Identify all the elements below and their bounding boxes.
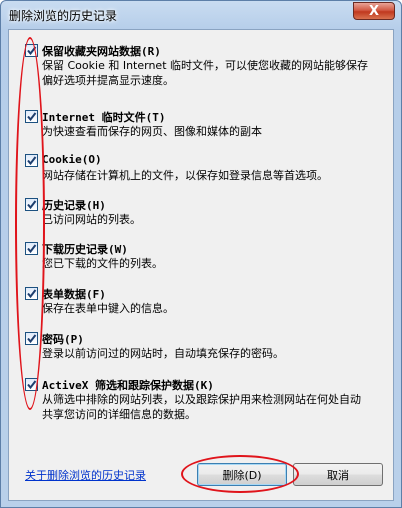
checkbox-passwords[interactable] bbox=[25, 332, 38, 345]
checkmark-icon bbox=[27, 156, 37, 166]
option-title: 保留收藏夹网站数据(R) bbox=[42, 45, 161, 58]
delete-browsing-history-dialog: 删除浏览的历史记录 X 保留收藏夹网站数据(R) 保留 Cookie 和 Int… bbox=[0, 0, 402, 508]
checkbox-form-data[interactable] bbox=[25, 287, 38, 300]
title-bar[interactable]: 删除浏览的历史记录 X bbox=[1, 1, 401, 29]
checkbox-activex-tracking[interactable] bbox=[25, 378, 38, 391]
checkmark-icon bbox=[27, 200, 37, 210]
close-icon: X bbox=[368, 3, 380, 19]
checkmark-icon bbox=[27, 46, 37, 56]
option-description: 登录以前访问过的网站时，自动填充保存的密码。 bbox=[42, 347, 284, 360]
checkbox-cookies[interactable] bbox=[25, 154, 38, 167]
option-description: 为快速查看而保存的网页、图像和媒体的副本 bbox=[42, 125, 262, 138]
checkmark-icon bbox=[27, 334, 37, 344]
checkbox-preserve-favorites[interactable] bbox=[25, 44, 38, 57]
option-title: 表单数据(F) bbox=[42, 288, 106, 301]
option-description: 保留 Cookie 和 Internet 临时文件，可以使您收藏的网站能够保存偏… bbox=[42, 59, 368, 87]
checkbox-download-history[interactable] bbox=[25, 242, 38, 255]
option-title: 历史记录(H) bbox=[42, 199, 106, 212]
cancel-button[interactable]: 取消 bbox=[293, 463, 383, 486]
option-title: ActiveX 筛选和跟踪保护数据(K) bbox=[42, 379, 214, 392]
close-button[interactable]: X bbox=[353, 2, 395, 20]
window-title: 删除浏览的历史记录 bbox=[9, 9, 118, 23]
checkbox-temp-internet-files[interactable] bbox=[25, 110, 38, 123]
about-deleting-history-link[interactable]: 关于删除浏览的历史记录 bbox=[25, 467, 146, 483]
checkmark-icon bbox=[27, 244, 37, 254]
option-title: 密码(P) bbox=[42, 333, 84, 346]
checkbox-history[interactable] bbox=[25, 198, 38, 211]
checkmark-icon bbox=[27, 112, 37, 122]
option-title: Internet 临时文件(T) bbox=[42, 111, 166, 124]
option-description: 从筛选中排除的网站列表，以及跟踪保护用来检测网站在何处自动共享您访问的详细信息的… bbox=[42, 393, 361, 421]
option-description: 保存在表单中键入的信息。 bbox=[42, 302, 174, 315]
delete-button[interactable]: 删除(D) bbox=[197, 463, 287, 486]
checkmark-icon bbox=[27, 289, 37, 299]
option-description: 您已下载的文件的列表。 bbox=[42, 257, 163, 270]
dialog-content: 保留收藏夹网站数据(R) 保留 Cookie 和 Internet 临时文件，可… bbox=[8, 29, 394, 501]
option-title: 下载历史记录(W) bbox=[42, 243, 128, 256]
option-description: 已访问网站的列表。 bbox=[42, 213, 141, 226]
checkmark-icon bbox=[27, 380, 37, 390]
option-description: 网站存储在计算机上的文件，以保存如登录信息等首选项。 bbox=[42, 169, 328, 182]
option-title: Cookie(O) bbox=[42, 153, 102, 166]
